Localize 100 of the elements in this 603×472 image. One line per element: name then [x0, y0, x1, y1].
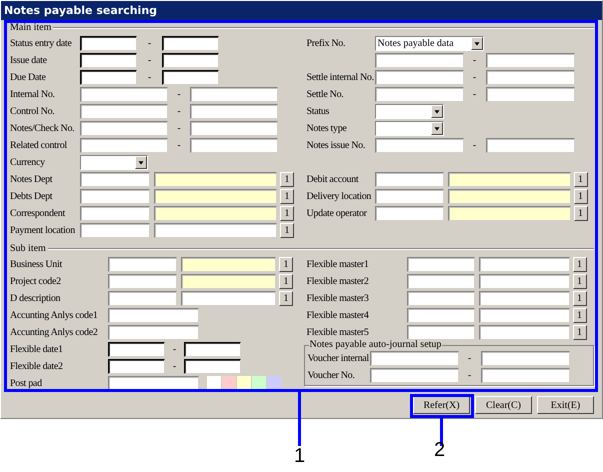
- description-field[interactable]: [181, 291, 276, 306]
- input-field[interactable]: [190, 138, 278, 153]
- input-field[interactable]: [80, 36, 137, 51]
- section-title: Sub item: [10, 243, 46, 254]
- input-field[interactable]: [108, 274, 177, 289]
- input-field[interactable]: [108, 291, 177, 306]
- input-field[interactable]: [374, 172, 444, 187]
- input-field[interactable]: [108, 257, 177, 272]
- range-separator: -: [466, 353, 472, 364]
- input-field[interactable]: [486, 53, 574, 68]
- dropdown-field[interactable]: [374, 104, 444, 119]
- input-field[interactable]: [162, 36, 219, 51]
- range-separator: -: [172, 361, 178, 372]
- input-field[interactable]: [80, 121, 168, 136]
- input-field[interactable]: [80, 70, 137, 85]
- input-field[interactable]: [374, 70, 464, 85]
- description-field[interactable]: [154, 189, 277, 204]
- dialog-button[interactable]: Refer(X): [413, 396, 470, 414]
- input-field[interactable]: [486, 138, 574, 153]
- description-field[interactable]: [181, 257, 276, 272]
- input-field[interactable]: [374, 138, 464, 153]
- input-field[interactable]: [190, 87, 278, 102]
- description-field[interactable]: [448, 189, 570, 204]
- lookup-button[interactable]: 1: [572, 291, 586, 306]
- lookup-button[interactable]: 1: [572, 325, 586, 340]
- input-field[interactable]: [374, 189, 444, 204]
- input-field[interactable]: [80, 53, 137, 68]
- description-field[interactable]: [478, 257, 570, 272]
- lookup-button[interactable]: 1: [574, 189, 588, 204]
- input-field[interactable]: [108, 342, 165, 357]
- input-field[interactable]: [108, 308, 199, 323]
- input-field[interactable]: [374, 206, 444, 221]
- input-field[interactable]: [80, 172, 150, 187]
- lookup-button[interactable]: 1: [574, 206, 588, 221]
- input-field[interactable]: [480, 368, 570, 383]
- input-field[interactable]: [184, 342, 241, 357]
- field-label: Accunting Anlys code1: [10, 310, 99, 321]
- dropdown-field[interactable]: [374, 121, 444, 136]
- dialog-button[interactable]: Clear(C): [475, 396, 532, 414]
- field-label: D description: [10, 293, 62, 304]
- description-field[interactable]: [478, 274, 570, 289]
- lookup-button[interactable]: 1: [572, 308, 586, 323]
- range-separator: -: [176, 123, 182, 134]
- input-field[interactable]: [370, 351, 458, 366]
- field-label: Accunting Anlys code2: [10, 327, 99, 338]
- field-label: Notes Dept: [10, 174, 54, 185]
- section-title: Main item: [10, 22, 52, 33]
- input-field[interactable]: [80, 223, 150, 238]
- description-field[interactable]: [154, 223, 277, 238]
- description-field[interactable]: [181, 274, 276, 289]
- field-label: Post pad: [10, 378, 43, 389]
- description-field[interactable]: [448, 206, 570, 221]
- input-field[interactable]: [486, 70, 574, 85]
- dialog-button[interactable]: Exit(E): [537, 396, 594, 414]
- input-field[interactable]: [374, 87, 464, 102]
- field-label: Flexible master1: [306, 259, 370, 270]
- input-field[interactable]: [406, 274, 474, 289]
- description-field[interactable]: [448, 172, 570, 187]
- dropdown-field[interactable]: Notes payable data: [374, 36, 484, 51]
- lookup-button[interactable]: 1: [280, 206, 294, 221]
- input-field[interactable]: [184, 359, 241, 374]
- input-field[interactable]: [80, 138, 168, 153]
- lookup-button[interactable]: 1: [279, 274, 293, 289]
- lookup-button[interactable]: 1: [279, 291, 293, 306]
- description-field[interactable]: [478, 308, 570, 323]
- field-label: Notes issue No.: [306, 140, 366, 151]
- description-field[interactable]: [478, 325, 570, 340]
- input-field[interactable]: [80, 206, 150, 221]
- dropdown-field[interactable]: [80, 155, 148, 170]
- input-field[interactable]: [406, 325, 474, 340]
- lookup-button[interactable]: 1: [280, 172, 294, 187]
- input-field[interactable]: [80, 104, 168, 119]
- input-field[interactable]: [108, 325, 199, 340]
- input-field[interactable]: [190, 121, 278, 136]
- lookup-button[interactable]: 1: [574, 172, 588, 187]
- input-field[interactable]: [108, 359, 165, 374]
- input-field[interactable]: [80, 189, 150, 204]
- input-field[interactable]: [374, 53, 464, 68]
- input-field[interactable]: [406, 308, 474, 323]
- input-field[interactable]: [406, 291, 474, 306]
- field-label: Flexible date1: [10, 344, 64, 355]
- range-separator: -: [172, 344, 178, 355]
- field-label: Flexible master3: [306, 293, 370, 304]
- input-field[interactable]: [162, 70, 219, 85]
- input-field[interactable]: [80, 87, 168, 102]
- lookup-button[interactable]: 1: [572, 274, 586, 289]
- input-field[interactable]: [370, 368, 458, 383]
- description-field[interactable]: [478, 291, 570, 306]
- description-field[interactable]: [154, 206, 277, 221]
- input-field[interactable]: [162, 53, 219, 68]
- input-field[interactable]: [406, 257, 474, 272]
- lookup-button[interactable]: 1: [572, 257, 586, 272]
- lookup-button[interactable]: 1: [279, 257, 293, 272]
- lookup-button[interactable]: 1: [280, 189, 294, 204]
- input-field[interactable]: [480, 351, 570, 366]
- input-field[interactable]: [486, 87, 574, 102]
- lookup-button[interactable]: 1: [280, 223, 294, 238]
- input-field[interactable]: [190, 104, 278, 119]
- description-field[interactable]: [154, 172, 277, 187]
- field-label: Settle internal No.: [306, 72, 374, 83]
